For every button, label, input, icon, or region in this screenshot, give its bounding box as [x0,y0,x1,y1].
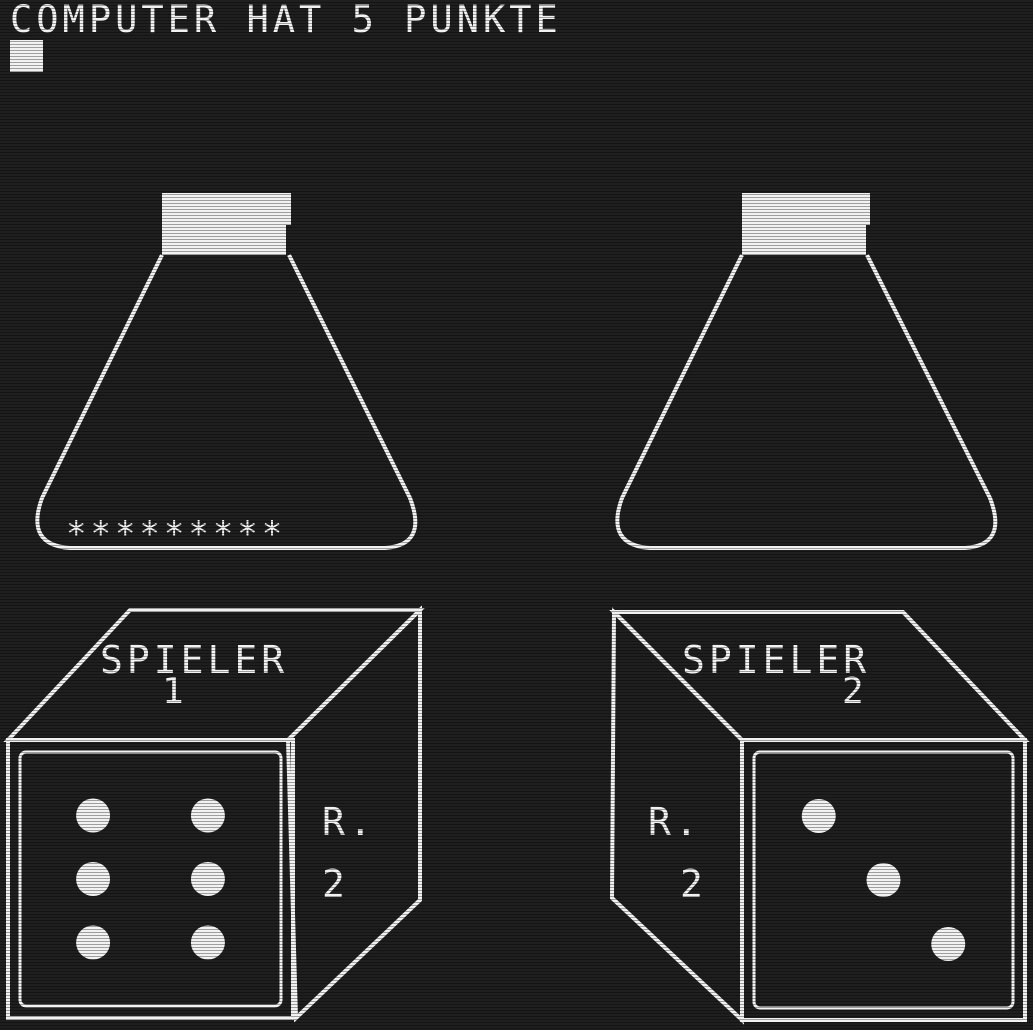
flask-cap [742,193,870,225]
die-front-face [6,738,295,1020]
die-pips [76,798,225,960]
game-canvas: COMPUTER HAT 5 PUNKTE ********* SPIELER … [3,0,1030,1025]
die-side-value: 2 [322,862,349,906]
die-player-number: 2 [842,671,868,712]
die-pip [190,862,225,896]
die-icon: SPIELER 1 R. 2 [3,605,425,1023]
die-pip [190,798,225,833]
flask-stars: ********* [66,514,286,554]
die-player-number: 1 [162,671,188,712]
flask-cap [162,193,291,225]
die-pips [801,799,966,961]
flask-icon [615,193,998,550]
die-pip [76,862,111,896]
flask-icon: ********* [35,193,418,554]
die-pip [76,798,111,833]
flask-neck [162,225,286,255]
die-side-label: R. [648,800,702,844]
die-pip [866,863,901,897]
die-pip [190,925,225,960]
die-side-value: 2 [680,862,707,906]
die-side-label: R. [322,800,376,844]
die-front-inner [18,750,283,1008]
die-pip [76,925,111,960]
die-pip [931,927,966,961]
flask-body [35,254,418,550]
die-pip [801,799,836,833]
die-player-label: SPIELER [100,638,288,682]
flask-body [615,254,998,550]
game-screen: COMPUTER HAT 5 PUNKTE ********* SPIELER … [0,0,1033,1030]
block-cursor-icon [10,40,43,72]
status-line: COMPUTER HAT 5 PUNKTE [10,0,562,41]
die-icon: SPIELER 2 R. 2 [609,607,1030,1025]
flask-neck [742,225,866,255]
